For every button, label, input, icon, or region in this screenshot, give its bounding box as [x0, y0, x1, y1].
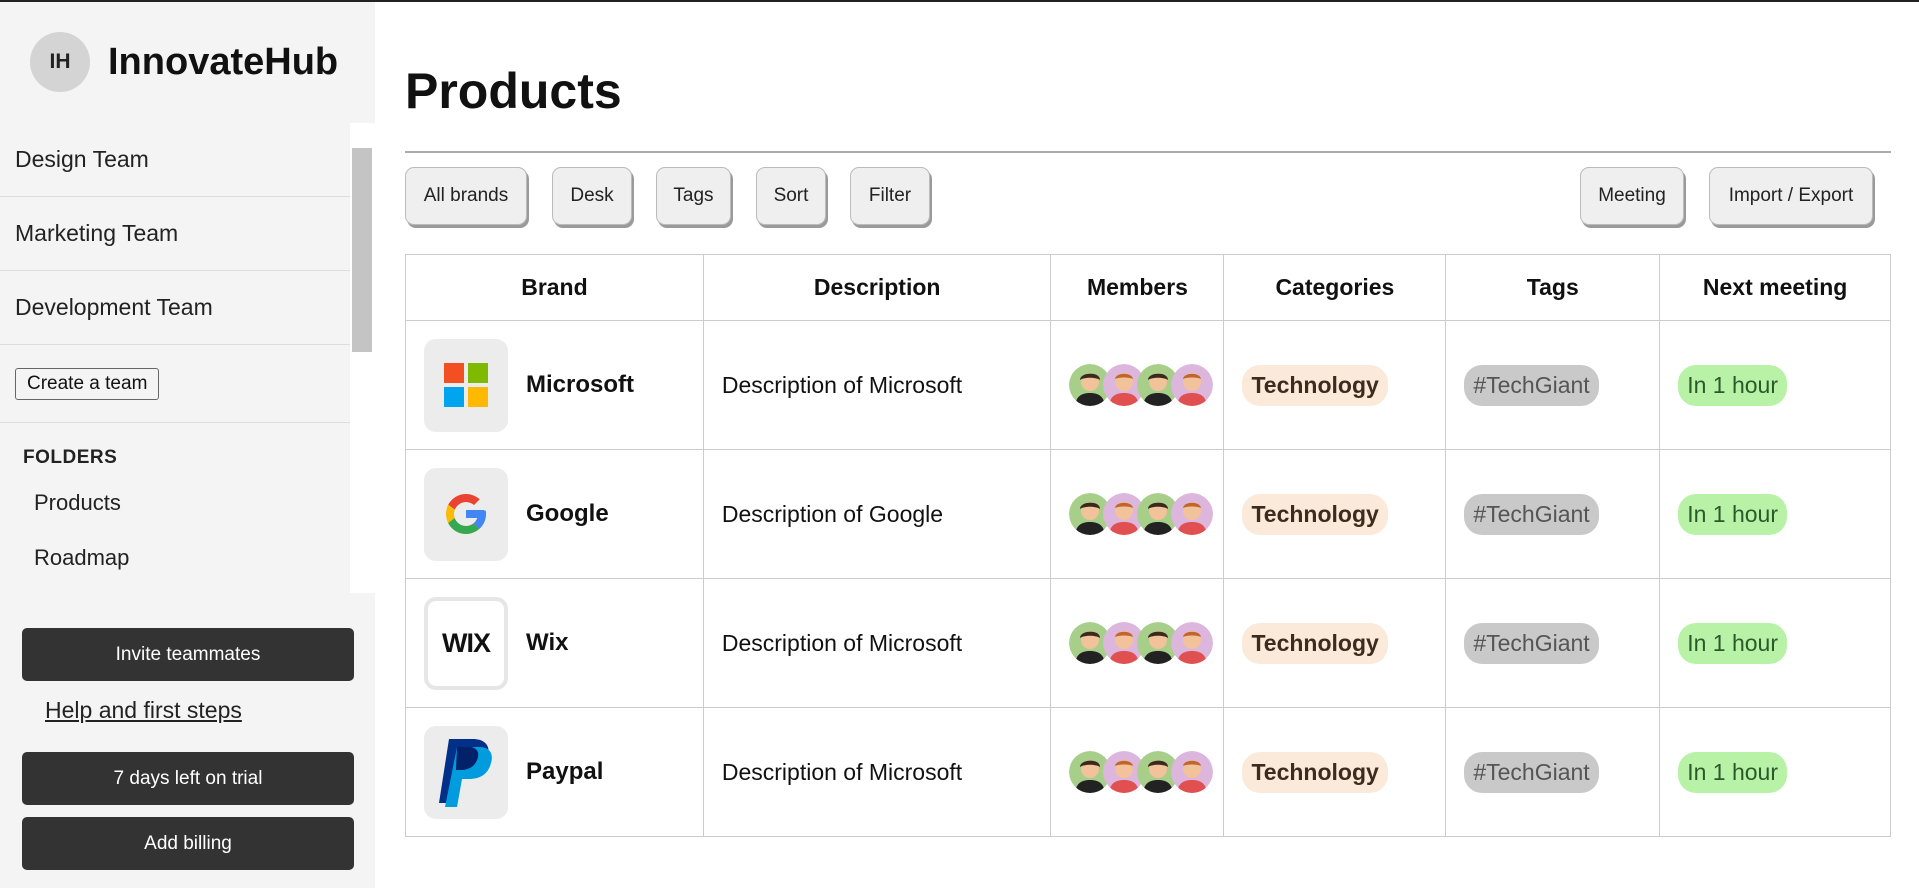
- description-cell: Description of Microsoft: [702, 578, 1052, 708]
- folder-item-products[interactable]: Products: [34, 475, 350, 530]
- meeting-badge[interactable]: In 1 hour: [1678, 493, 1788, 535]
- category-badge[interactable]: Technology: [1242, 622, 1388, 664]
- create-team-button[interactable]: Create a team: [15, 367, 160, 400]
- avatar: [1171, 751, 1214, 793]
- tag-cell: #TechGiant: [1445, 449, 1661, 579]
- category-badge[interactable]: Technology: [1242, 493, 1388, 535]
- table-row[interactable]: WIX Wix Description of Microsoft Technol…: [405, 578, 1891, 708]
- members-cell: [1050, 449, 1225, 579]
- members-cell: [1050, 578, 1225, 708]
- meeting-cell: In 1 hour: [1659, 578, 1891, 708]
- brand-cell: Microsoft: [405, 320, 704, 450]
- avatar: [1171, 493, 1214, 535]
- meeting-badge[interactable]: In 1 hour: [1678, 751, 1788, 793]
- sidebar-nav: Design Team Marketing Team Development T…: [0, 123, 350, 593]
- members-cell: [1050, 320, 1225, 450]
- description-cell: Description of Microsoft: [702, 320, 1052, 450]
- member-avatars[interactable]: [1069, 493, 1223, 535]
- desk-button[interactable]: Desk: [552, 167, 632, 225]
- tag-badge[interactable]: #TechGiant: [1464, 622, 1599, 664]
- tag-cell: #TechGiant: [1445, 320, 1661, 450]
- paypal-logo-icon: [424, 725, 508, 819]
- all-brands-button[interactable]: All brands: [405, 167, 527, 225]
- google-logo-icon: [424, 467, 508, 561]
- workspace-header[interactable]: IH InnovateHub: [30, 32, 338, 92]
- meeting-button[interactable]: Meeting: [1580, 167, 1684, 225]
- category-badge[interactable]: Technology: [1242, 364, 1388, 406]
- sidebar-item-development-team[interactable]: Development Team: [0, 271, 350, 345]
- help-link[interactable]: Help and first steps: [45, 697, 242, 724]
- column-header-next-meeting[interactable]: Next meeting: [1659, 254, 1891, 321]
- column-header-members[interactable]: Members: [1050, 254, 1225, 321]
- table-row[interactable]: Paypal Description of Microsoft Technolo…: [405, 707, 1891, 837]
- add-billing-button[interactable]: Add billing: [22, 817, 354, 870]
- sidebar-scroll-area: Design Team Marketing Team Development T…: [0, 123, 375, 593]
- tag-badge[interactable]: #TechGiant: [1464, 493, 1599, 535]
- wix-logo-icon: WIX: [424, 596, 508, 690]
- import-export-button[interactable]: Import / Export: [1709, 167, 1873, 225]
- category-cell: Technology: [1223, 707, 1447, 837]
- sidebar-item-marketing-team[interactable]: Marketing Team: [0, 197, 350, 271]
- sidebar: IH InnovateHub Design Team Marketing Tea…: [0, 2, 375, 888]
- brand-name: Wix: [526, 629, 569, 656]
- app-window: IH InnovateHub Design Team Marketing Tea…: [0, 0, 1919, 888]
- avatar: [1171, 364, 1214, 406]
- column-header-categories[interactable]: Categories: [1223, 254, 1447, 321]
- description-cell: Description of Google: [702, 449, 1052, 579]
- folder-item-roadmap[interactable]: Roadmap: [34, 530, 350, 585]
- title-divider: [405, 151, 1891, 153]
- brand-cell: WIX Wix: [405, 578, 704, 708]
- invite-teammates-button[interactable]: Invite teammates: [22, 628, 354, 681]
- brand-name: Paypal: [526, 758, 604, 785]
- workspace-avatar: IH: [30, 32, 90, 92]
- member-avatars[interactable]: [1069, 364, 1223, 406]
- create-team-row: Create a team: [0, 345, 350, 423]
- meeting-badge[interactable]: In 1 hour: [1678, 622, 1788, 664]
- table-row[interactable]: Google Description of Google Technology: [405, 449, 1891, 579]
- tag-badge[interactable]: #TechGiant: [1464, 751, 1599, 793]
- brand-cell: Paypal: [405, 707, 704, 837]
- column-header-tags[interactable]: Tags: [1445, 254, 1661, 321]
- brand-name: Microsoft: [526, 371, 634, 398]
- wix-logo-text: WIX: [442, 627, 491, 658]
- meeting-badge[interactable]: In 1 hour: [1678, 364, 1788, 406]
- meeting-cell: In 1 hour: [1659, 320, 1891, 450]
- category-cell: Technology: [1223, 320, 1447, 450]
- brand-name: Google: [526, 500, 609, 527]
- main-content: Products All brands Desk Tags Sort Filte…: [375, 2, 1919, 888]
- sidebar-item-design-team[interactable]: Design Team: [0, 123, 350, 197]
- description-cell: Description of Microsoft: [702, 707, 1052, 837]
- microsoft-logo-icon: [424, 338, 508, 432]
- folders-heading: FOLDERS: [23, 447, 118, 468]
- trial-status-button[interactable]: 7 days left on trial: [22, 752, 354, 805]
- meeting-cell: In 1 hour: [1659, 449, 1891, 579]
- tag-badge[interactable]: #TechGiant: [1464, 364, 1599, 406]
- sidebar-scrollbar-thumb[interactable]: [352, 148, 372, 352]
- member-avatars[interactable]: [1069, 622, 1223, 664]
- avatar: [1171, 622, 1214, 664]
- sort-button[interactable]: Sort: [756, 167, 826, 225]
- tag-cell: #TechGiant: [1445, 578, 1661, 708]
- member-avatars[interactable]: [1069, 751, 1223, 793]
- workspace-name: InnovateHub: [108, 40, 339, 83]
- page-title: Products: [405, 63, 622, 119]
- category-cell: Technology: [1223, 449, 1447, 579]
- tag-cell: #TechGiant: [1445, 707, 1661, 837]
- filter-button[interactable]: Filter: [850, 167, 930, 225]
- column-header-brand[interactable]: Brand: [405, 254, 704, 321]
- products-table: Brand Description Members Categories Tag…: [405, 254, 1891, 837]
- tags-button[interactable]: Tags: [656, 167, 731, 225]
- category-badge[interactable]: Technology: [1242, 751, 1388, 793]
- category-cell: Technology: [1223, 578, 1447, 708]
- table-header-row: Brand Description Members Categories Tag…: [405, 254, 1891, 321]
- table-row[interactable]: Microsoft Description of Microsoft Techn…: [405, 320, 1891, 450]
- meeting-cell: In 1 hour: [1659, 707, 1891, 837]
- brand-cell: Google: [405, 449, 704, 579]
- members-cell: [1050, 707, 1225, 837]
- column-header-description[interactable]: Description: [702, 254, 1052, 321]
